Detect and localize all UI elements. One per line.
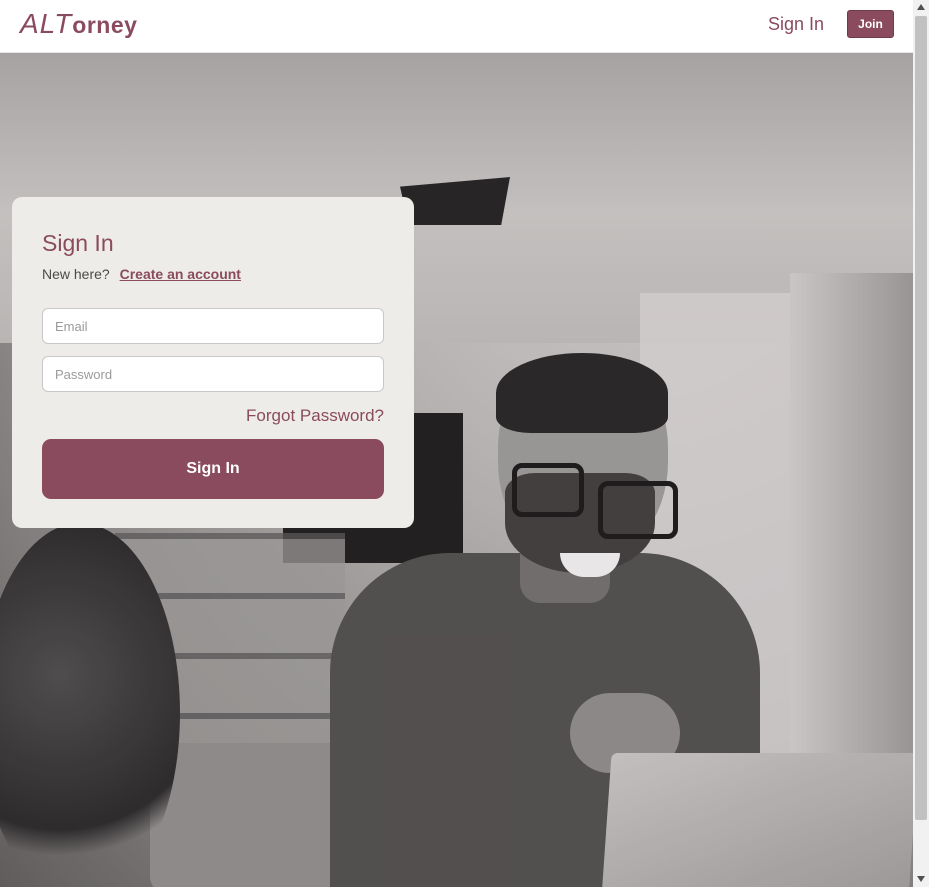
create-account-link[interactable]: Create an account xyxy=(120,266,241,282)
forgot-password-link[interactable]: Forgot Password? xyxy=(246,405,384,427)
signin-card: Sign In New here? Create an account Forg… xyxy=(12,197,414,528)
header-signin-link[interactable]: Sign In xyxy=(768,12,824,36)
password-input[interactable] xyxy=(42,356,384,392)
new-here-row: New here? Create an account xyxy=(42,265,241,283)
email-input[interactable] xyxy=(42,308,384,344)
signin-title: Sign In xyxy=(42,230,114,256)
new-here-text: New here? xyxy=(42,266,110,282)
join-button[interactable]: Join xyxy=(847,10,894,38)
signin-submit-button[interactable]: Sign In xyxy=(42,439,384,499)
scroll-up-arrow-icon[interactable] xyxy=(917,4,925,10)
vertical-scrollbar[interactable] xyxy=(913,0,929,887)
logo-rest-text: orney xyxy=(72,12,138,38)
logo-alt-text: ALT xyxy=(20,8,73,39)
top-header: ALTorney Sign In Join xyxy=(0,0,913,53)
altorney-logo[interactable]: ALTorney xyxy=(20,8,137,41)
scroll-down-arrow-icon[interactable] xyxy=(917,876,925,882)
scrollbar-thumb[interactable] xyxy=(915,16,927,820)
